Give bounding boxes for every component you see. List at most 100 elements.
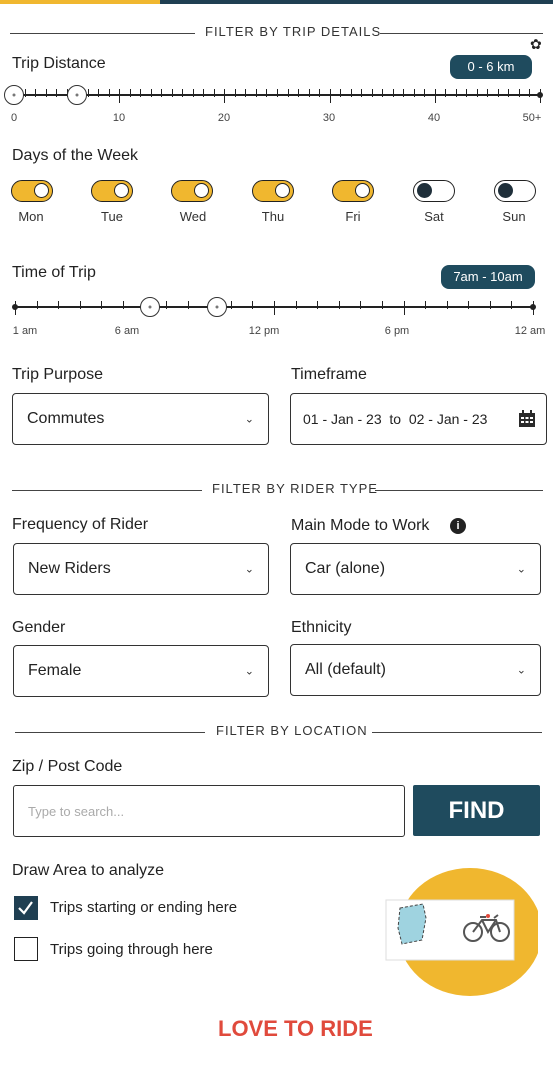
zip-search-field[interactable] bbox=[14, 786, 404, 836]
gear-icon[interactable]: ✿ bbox=[530, 36, 542, 53]
main-mode-select[interactable]: Car (alone) ⌄ bbox=[290, 543, 541, 595]
slider-tick bbox=[508, 89, 510, 97]
time-of-trip-slider[interactable]: 1 am 6 am 12 pm 6 pm 12 am bbox=[0, 292, 553, 342]
slider-tick bbox=[213, 89, 215, 97]
top-dark-bar bbox=[160, 0, 553, 4]
tick-label: 12 am bbox=[514, 325, 546, 337]
slider-tick bbox=[298, 89, 300, 97]
tick-label: 0 bbox=[10, 112, 18, 124]
slider-end-dot bbox=[530, 304, 536, 310]
top-accent-bar bbox=[0, 0, 160, 4]
slider-tick bbox=[150, 89, 152, 97]
slider-tick bbox=[381, 301, 383, 309]
toggle-sat[interactable] bbox=[413, 180, 455, 202]
slider-tick bbox=[434, 89, 436, 103]
toggle-mon[interactable] bbox=[11, 180, 53, 202]
trip-distance-label: Trip Distance bbox=[12, 55, 106, 72]
timeframe-value: 01 - Jan - 23 to 02 - Jan - 23 bbox=[303, 411, 488, 427]
tick-label: 40 bbox=[427, 112, 441, 124]
gender-value: Female bbox=[28, 662, 82, 679]
slider-tick bbox=[101, 301, 103, 309]
slider-tick bbox=[308, 89, 310, 97]
tick-label: 30 bbox=[322, 112, 336, 124]
love-to-ride-logo: LOVE TO RIDE bbox=[218, 1016, 373, 1041]
slider-tick bbox=[497, 89, 499, 97]
slider-handle-min[interactable] bbox=[4, 85, 24, 105]
gender-select[interactable]: Female ⌄ bbox=[13, 645, 269, 697]
day-label: Wed bbox=[179, 209, 207, 224]
trip-distance-slider[interactable]: 0 10 20 30 40 50+ bbox=[0, 80, 553, 130]
slider-tick bbox=[338, 301, 340, 309]
slider-tick bbox=[230, 301, 232, 309]
toggle-thu[interactable] bbox=[252, 180, 294, 202]
find-button[interactable]: FIND bbox=[413, 785, 540, 836]
slider-tick bbox=[79, 301, 81, 309]
slider-tick bbox=[518, 89, 520, 97]
checkbox-going-through[interactable] bbox=[14, 937, 38, 961]
draw-area-illustration bbox=[378, 868, 542, 996]
slider-tick bbox=[295, 301, 297, 309]
slider-tick bbox=[317, 301, 319, 309]
tick-label: 20 bbox=[217, 112, 231, 124]
slider-tick bbox=[36, 301, 38, 309]
checkbox-starting-ending[interactable] bbox=[14, 896, 38, 920]
slider-tick bbox=[274, 301, 275, 315]
zip-label: Zip / Post Code bbox=[12, 758, 123, 775]
slider-tick bbox=[425, 301, 427, 309]
slider-tick bbox=[182, 89, 184, 97]
chevron-down-icon: ⌄ bbox=[516, 664, 526, 677]
calendar-icon[interactable] bbox=[518, 410, 536, 428]
slider-tick bbox=[119, 89, 121, 103]
tick-label: 6 pm bbox=[384, 325, 410, 337]
toggle-wed[interactable] bbox=[171, 180, 213, 202]
trip-purpose-select[interactable]: Commutes ⌄ bbox=[12, 393, 269, 445]
slider-tick bbox=[171, 89, 173, 97]
chevron-down-icon: ⌄ bbox=[516, 563, 526, 576]
section-title: FILTER BY LOCATION bbox=[216, 723, 368, 738]
info-icon[interactable]: i bbox=[450, 518, 466, 534]
slider-tick bbox=[203, 89, 205, 97]
slider-tick bbox=[340, 89, 342, 97]
slider-tick bbox=[161, 89, 163, 97]
time-of-trip-badge: 7am - 10am bbox=[441, 265, 535, 289]
slider-end-dot bbox=[537, 92, 543, 98]
toggle-tue[interactable] bbox=[91, 180, 133, 202]
slider-tick bbox=[87, 89, 89, 97]
ethnicity-select[interactable]: All (default) ⌄ bbox=[290, 644, 541, 696]
section-header-rider-type: FILTER BY RIDER TYPE bbox=[0, 481, 553, 501]
slider-tick bbox=[350, 89, 352, 97]
frequency-select[interactable]: New Riders ⌄ bbox=[13, 543, 269, 595]
check-icon bbox=[18, 901, 33, 915]
ethnicity-value: All (default) bbox=[305, 661, 386, 678]
slider-handle-min[interactable] bbox=[140, 297, 160, 317]
slider-handle-max[interactable] bbox=[207, 297, 227, 317]
main-mode-value: Car (alone) bbox=[305, 560, 386, 577]
day-label: Mon bbox=[18, 209, 44, 224]
slider-tick bbox=[108, 89, 110, 97]
slider-tick bbox=[234, 89, 236, 97]
frequency-value: New Riders bbox=[28, 560, 111, 577]
toggle-fri[interactable] bbox=[332, 180, 374, 202]
tick-label: 12 pm bbox=[248, 325, 280, 337]
slider-tick bbox=[468, 301, 470, 309]
toggle-sun[interactable] bbox=[494, 180, 536, 202]
checkbox-label: Trips starting or ending here bbox=[50, 899, 238, 916]
slider-handle-max[interactable] bbox=[67, 85, 87, 105]
slider-tick bbox=[455, 89, 457, 97]
day-label: Sun bbox=[502, 209, 526, 224]
tick-label: 1 am bbox=[12, 325, 38, 337]
zip-search-input[interactable] bbox=[13, 785, 405, 837]
day-label: Fri bbox=[345, 209, 361, 224]
slider-tick bbox=[129, 89, 131, 97]
slider-tick bbox=[489, 301, 491, 309]
slider-tick bbox=[255, 89, 257, 97]
slider-start-dot bbox=[12, 304, 18, 310]
section-title: FILTER BY TRIP DETAILS bbox=[205, 24, 382, 39]
trip-purpose-label: Trip Purpose bbox=[12, 366, 103, 383]
trip-distance-badge: 0 - 6 km bbox=[450, 55, 532, 79]
tick-label: 10 bbox=[112, 112, 126, 124]
slider-tick bbox=[371, 89, 373, 97]
slider-tick bbox=[360, 301, 362, 309]
slider-tick bbox=[424, 89, 426, 97]
timeframe-date-range[interactable]: 01 - Jan - 23 to 02 - Jan - 23 bbox=[290, 393, 547, 445]
